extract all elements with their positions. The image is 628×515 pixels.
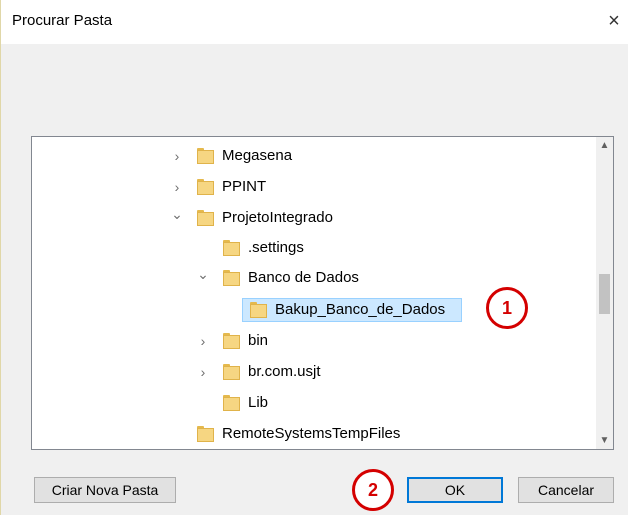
- title-bar: Procurar Pasta ×: [1, 0, 628, 44]
- tree-item-label: Bakup_Banco_de_Dados: [275, 301, 446, 318]
- chevron-right-icon[interactable]: ›: [196, 328, 210, 354]
- chevron-right-icon[interactable]: ›: [170, 143, 184, 169]
- scroll-thumb[interactable]: [599, 274, 610, 314]
- annotation-badge-2: 2: [352, 469, 394, 511]
- folder-icon: [197, 426, 214, 442]
- tree-item-label: ProjetoIntegrado: [222, 209, 333, 226]
- folder-icon: [223, 364, 240, 380]
- chevron-right-icon[interactable]: ›: [170, 174, 184, 200]
- tree-item-bin[interactable]: › bin: [32, 328, 592, 354]
- browse-folder-dialog: Procurar Pasta × › Megasena › PPINT ⌄ Pr…: [0, 0, 628, 515]
- tree-item-label: Banco de Dados: [248, 269, 359, 286]
- scroll-up-icon[interactable]: ▲: [596, 137, 613, 154]
- tree-item-megasena[interactable]: › Megasena: [32, 143, 592, 169]
- tree-item-label: Lib: [248, 394, 269, 411]
- tree-item-remotesystemstempfiles[interactable]: RemoteSystemsTempFiles: [32, 421, 592, 447]
- tree-item-settings[interactable]: .settings: [32, 235, 592, 261]
- folder-icon: [223, 240, 240, 256]
- tree-item-label: PPINT: [222, 178, 267, 195]
- tree-item-lib[interactable]: Lib: [32, 390, 592, 416]
- new-folder-button[interactable]: Criar Nova Pasta: [34, 477, 176, 503]
- ok-button[interactable]: OK: [407, 477, 503, 503]
- folder-icon: [223, 270, 240, 286]
- tree-item-label: Megasena: [222, 147, 293, 164]
- tree-item-projetointegrado[interactable]: ⌄ ProjetoIntegrado: [32, 205, 592, 231]
- description-area: [1, 44, 628, 134]
- chevron-down-icon[interactable]: ⌄: [170, 201, 184, 227]
- folder-icon: [197, 210, 214, 226]
- tree-item-br-com-usjt[interactable]: › br.com.usjt: [32, 359, 592, 385]
- folder-icon: [197, 148, 214, 164]
- chevron-right-icon[interactable]: ›: [196, 359, 210, 385]
- scroll-down-icon[interactable]: ▼: [596, 432, 613, 449]
- tree-item-ppint[interactable]: › PPINT: [32, 174, 592, 200]
- folder-icon: [223, 333, 240, 349]
- folder-icon: [197, 179, 214, 195]
- annotation-badge-1: 1: [486, 287, 528, 329]
- cancel-button[interactable]: Cancelar: [518, 477, 614, 503]
- folder-icon: [250, 302, 267, 318]
- dialog-title: Procurar Pasta: [12, 12, 113, 29]
- tree-item-label: .settings: [248, 239, 304, 256]
- tree-item-label: bin: [248, 332, 269, 349]
- folder-icon: [223, 395, 240, 411]
- close-icon[interactable]: ×: [599, 6, 628, 36]
- chevron-down-icon[interactable]: ⌄: [196, 261, 210, 287]
- tree-item-label: br.com.usjt: [248, 363, 321, 380]
- tree-item-label: RemoteSystemsTempFiles: [222, 425, 401, 442]
- folder-tree[interactable]: › Megasena › PPINT ⌄ ProjetoIntegrado .s…: [31, 136, 614, 450]
- vertical-scrollbar[interactable]: ▲ ▼: [596, 137, 613, 449]
